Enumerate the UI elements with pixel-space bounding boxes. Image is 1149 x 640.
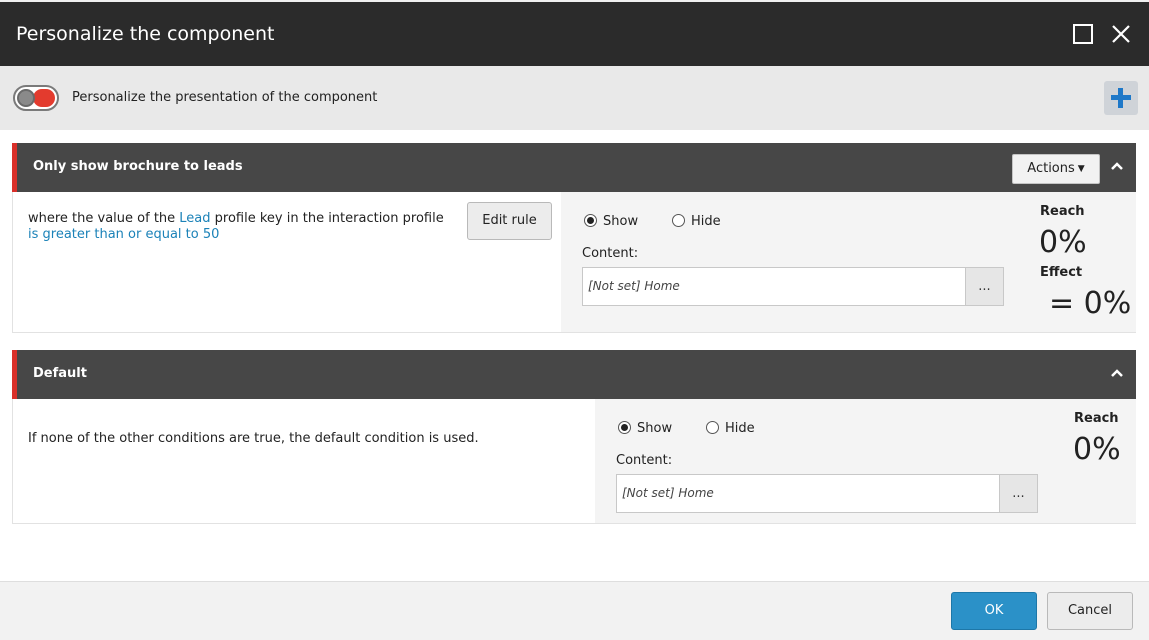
- rule-link-operator[interactable]: is greater than or equal to 50: [28, 227, 219, 242]
- personalize-toggle[interactable]: [13, 85, 59, 111]
- reach-value: 0%: [1039, 225, 1087, 260]
- rule-prefix: where the value of the: [28, 211, 180, 226]
- browse-content-button[interactable]: ...: [965, 267, 1004, 306]
- reach-label: Reach: [1040, 204, 1085, 219]
- personalize-toggle-row: Personalize the presentation of the comp…: [0, 66, 1149, 130]
- show-label: Show: [603, 214, 639, 229]
- effect-label: Effect: [1040, 265, 1083, 280]
- hide-radio[interactable]: Hide: [706, 421, 755, 436]
- show-radio[interactable]: Show: [584, 214, 638, 229]
- content-field[interactable]: [Not set] Home ...: [582, 267, 1004, 306]
- cancel-button[interactable]: Cancel: [1047, 592, 1133, 630]
- plus-icon-vertical: [1118, 88, 1123, 108]
- personalize-toggle-label: Personalize the presentation of the comp…: [72, 90, 378, 105]
- ok-button[interactable]: OK: [951, 592, 1037, 630]
- content-panel: Show Hide Content: [Not set] Home ... Re…: [595, 399, 1136, 523]
- close-icon[interactable]: [1111, 24, 1131, 44]
- caret-down-icon: ▼: [1077, 164, 1085, 174]
- chevron-up-icon[interactable]: [1109, 364, 1125, 377]
- content-field[interactable]: [Not set] Home ...: [616, 474, 1038, 513]
- content-label: Content:: [616, 453, 673, 468]
- content-label: Content:: [582, 246, 639, 261]
- section-header-default: Default: [12, 350, 1136, 399]
- browse-content-button[interactable]: ...: [999, 474, 1038, 513]
- content-value: [Not set] Home: [588, 279, 680, 293]
- reach-label: Reach: [1074, 411, 1119, 426]
- rule-middle: profile key in the interaction profile: [210, 211, 444, 226]
- actions-label: Actions: [1027, 161, 1075, 176]
- actions-dropdown-button[interactable]: Actions ▼: [1012, 154, 1100, 184]
- section-title: Only show brochure to leads: [33, 159, 243, 174]
- radio-unchecked-icon: [672, 214, 685, 227]
- default-rule-description: If none of the other conditions are true…: [28, 431, 479, 446]
- show-radio[interactable]: Show: [618, 421, 672, 436]
- radio-unchecked-icon: [706, 421, 719, 434]
- hide-label: Hide: [691, 214, 721, 229]
- show-label: Show: [637, 421, 673, 436]
- effect-value: = 0%: [1049, 286, 1132, 321]
- edit-rule-button[interactable]: Edit rule: [467, 202, 552, 240]
- hide-radio[interactable]: Hide: [672, 214, 721, 229]
- toggle-track-off: [33, 89, 55, 107]
- section-body-default: If none of the other conditions are true…: [12, 399, 1136, 524]
- rule-link-lead[interactable]: Lead: [179, 211, 210, 226]
- hide-label: Hide: [725, 421, 755, 436]
- rule-description: where the value of the Lead profile key …: [28, 211, 448, 243]
- section-body-leads: where the value of the Lead profile key …: [12, 192, 1136, 333]
- chevron-up-icon[interactable]: [1109, 157, 1125, 170]
- toggle-knob: [17, 89, 35, 107]
- dialog-titlebar: Personalize the component: [0, 2, 1149, 66]
- dialog-footer: OK Cancel: [0, 581, 1149, 640]
- section-title: Default: [33, 366, 87, 381]
- radio-checked-icon: [584, 214, 597, 227]
- section-header-leads: Only show brochure to leads Actions ▼: [12, 143, 1136, 192]
- add-condition-button[interactable]: [1104, 81, 1138, 115]
- reach-value: 0%: [1073, 432, 1121, 467]
- content-panel: Show Hide Content: [Not set] Home ... Re…: [561, 192, 1136, 332]
- radio-checked-icon: [618, 421, 631, 434]
- dialog-title: Personalize the component: [16, 23, 275, 45]
- maximize-icon[interactable]: [1073, 24, 1093, 44]
- content-value: [Not set] Home: [622, 486, 714, 500]
